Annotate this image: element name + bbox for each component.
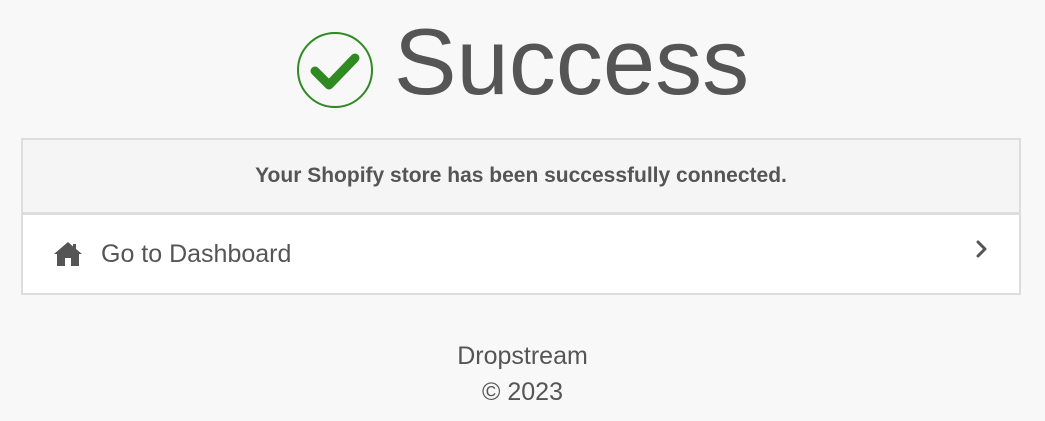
footer-company: Dropstream bbox=[457, 342, 588, 370]
success-message: Your Shopify store has been successfully… bbox=[23, 140, 1019, 215]
page-header: Success bbox=[0, 0, 1045, 130]
page-title: Success bbox=[393, 9, 750, 114]
success-panel: Your Shopify store has been successfully… bbox=[21, 138, 1021, 295]
go-to-dashboard-link[interactable]: Go to Dashboard bbox=[23, 215, 1019, 293]
dashboard-link-label: Go to Dashboard bbox=[101, 239, 292, 268]
home-icon bbox=[54, 242, 82, 266]
chevron-right-icon bbox=[976, 240, 987, 258]
footer-copyright: © 2023 bbox=[482, 378, 563, 406]
check-circle-icon bbox=[296, 32, 373, 108]
footer: Dropstream © 2023 bbox=[0, 338, 1045, 410]
